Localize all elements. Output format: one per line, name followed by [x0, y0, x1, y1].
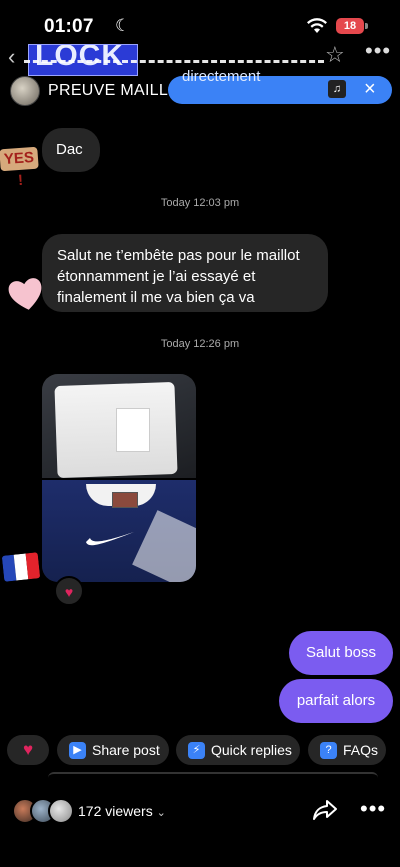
bottom-bar: 172 viewers ⌄ ••• — [0, 790, 400, 834]
quick-actions-bar: ♥ ▶ Share post ⚡ Quick replies ? FAQs — [0, 735, 400, 769]
heart-icon: ♥ — [22, 740, 34, 759]
music-note-icon: ♫ — [328, 80, 346, 98]
photo-top — [42, 374, 196, 479]
heart-chip[interactable]: ♥ — [7, 735, 49, 765]
viewers-count[interactable]: 172 viewers ⌄ — [78, 803, 166, 819]
heart-reaction-icon[interactable]: ♥ — [54, 576, 84, 606]
photo-message[interactable] — [42, 374, 196, 582]
message-outgoing[interactable]: Salut boss — [289, 631, 393, 675]
music-sticker-text: directement — [182, 68, 261, 85]
faqs-chip[interactable]: ? FAQs — [308, 735, 386, 765]
play-icon: ▶ — [69, 741, 86, 759]
yes-sticker: YES ! — [0, 146, 39, 189]
timestamp: Today 12:03 pm — [160, 197, 240, 209]
more-icon[interactable]: ••• — [360, 796, 386, 822]
message-text: parfait alors — [296, 692, 376, 709]
chat-avatar[interactable] — [10, 76, 40, 106]
battery-icon: 18 — [336, 18, 364, 34]
share-post-chip[interactable]: ▶ Share post — [57, 735, 169, 765]
header-sticker-text: LOCK — [35, 44, 124, 72]
timestamp: Today 12:26 pm — [160, 338, 240, 350]
close-icon[interactable]: × — [364, 78, 376, 101]
viewers-label: 172 viewers — [78, 803, 153, 819]
quick-replies-chip[interactable]: ⚡ Quick replies — [176, 735, 300, 765]
share-post-label: Share post — [92, 742, 160, 758]
viewer-avatar — [48, 798, 74, 824]
message-incoming[interactable]: Dac — [42, 128, 100, 172]
star-icon[interactable]: ☆ — [325, 42, 345, 68]
swoosh-logo-icon — [86, 532, 134, 546]
white-tag — [116, 408, 150, 452]
photo-bottom — [42, 480, 196, 582]
back-icon[interactable]: ‹ — [8, 44, 15, 70]
faqs-label: FAQs — [343, 742, 379, 758]
drawn-dashed-line — [24, 60, 324, 63]
wifi-icon — [306, 18, 328, 39]
share-icon[interactable] — [312, 799, 338, 826]
question-icon: ? — [320, 741, 337, 759]
message-input-edge[interactable] — [48, 772, 378, 778]
message-text: Salut boss — [305, 644, 377, 661]
music-sticker[interactable]: directement ♫ × — [168, 68, 392, 104]
heart-sticker-icon — [6, 274, 46, 319]
chevron-down-icon: ⌄ — [156, 807, 166, 819]
battery-tip — [365, 23, 368, 29]
message-text: Dac — [56, 141, 83, 158]
jersey-tag — [112, 492, 138, 508]
more-icon[interactable]: ••• — [365, 38, 391, 64]
france-flag-icon — [1, 552, 41, 582]
quick-replies-label: Quick replies — [211, 742, 292, 758]
status-time: 01:07 — [44, 16, 94, 37]
lightning-icon: ⚡ — [188, 741, 205, 759]
bag-reflection — [132, 510, 196, 582]
message-text: Salut ne t’embête pas pour le maillot ét… — [57, 247, 300, 306]
viewer-avatars[interactable] — [12, 798, 78, 824]
message-incoming[interactable]: Salut ne t’embête pas pour le maillot ét… — [42, 234, 328, 312]
moon-icon: ☾ — [115, 16, 131, 35]
message-outgoing[interactable]: parfait alors — [279, 679, 393, 723]
